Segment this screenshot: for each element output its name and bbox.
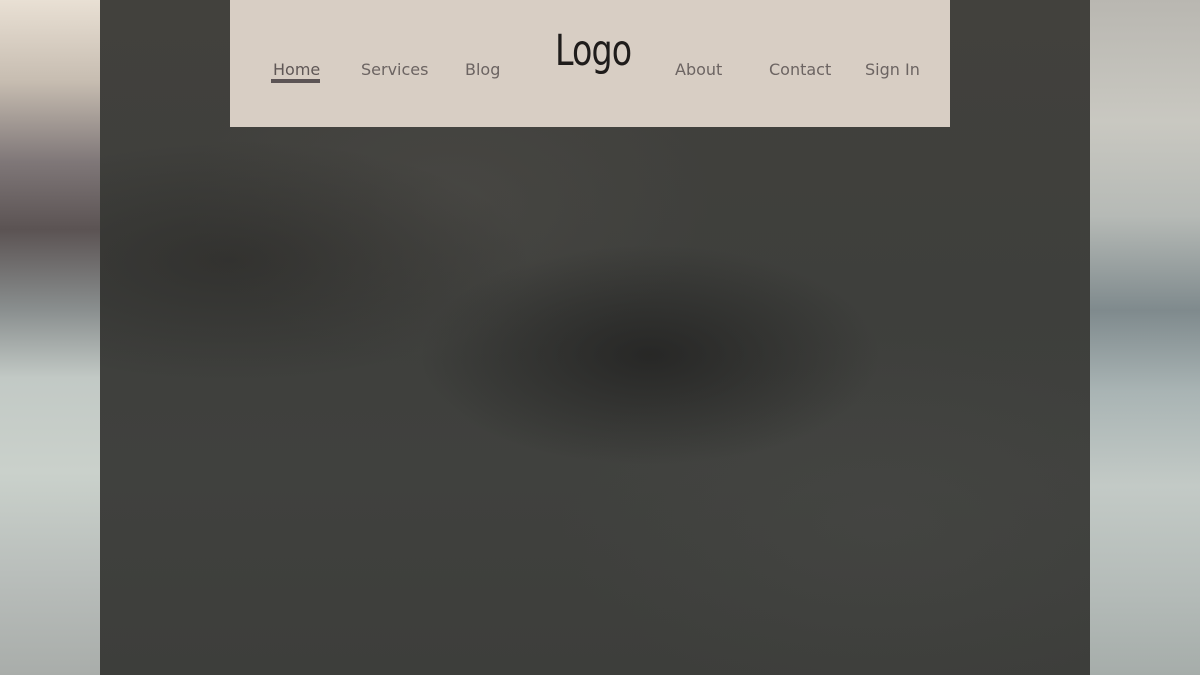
site-logo[interactable]: Logo <box>555 30 632 73</box>
nav-link-about[interactable]: About <box>675 60 722 79</box>
nav-link-contact[interactable]: Contact <box>769 60 831 79</box>
nav-link-blog[interactable]: Blog <box>465 60 500 79</box>
nav-link-sign-in[interactable]: Sign In <box>865 60 920 79</box>
right-blurred-image-panel <box>1090 0 1200 675</box>
website-page: Home Services Blog Logo About Contact Si… <box>0 0 1200 675</box>
left-blurred-image-panel <box>0 0 100 675</box>
nav-link-services[interactable]: Services <box>361 60 428 79</box>
nav-link-home[interactable]: Home <box>273 60 320 79</box>
active-nav-underline <box>271 79 320 83</box>
